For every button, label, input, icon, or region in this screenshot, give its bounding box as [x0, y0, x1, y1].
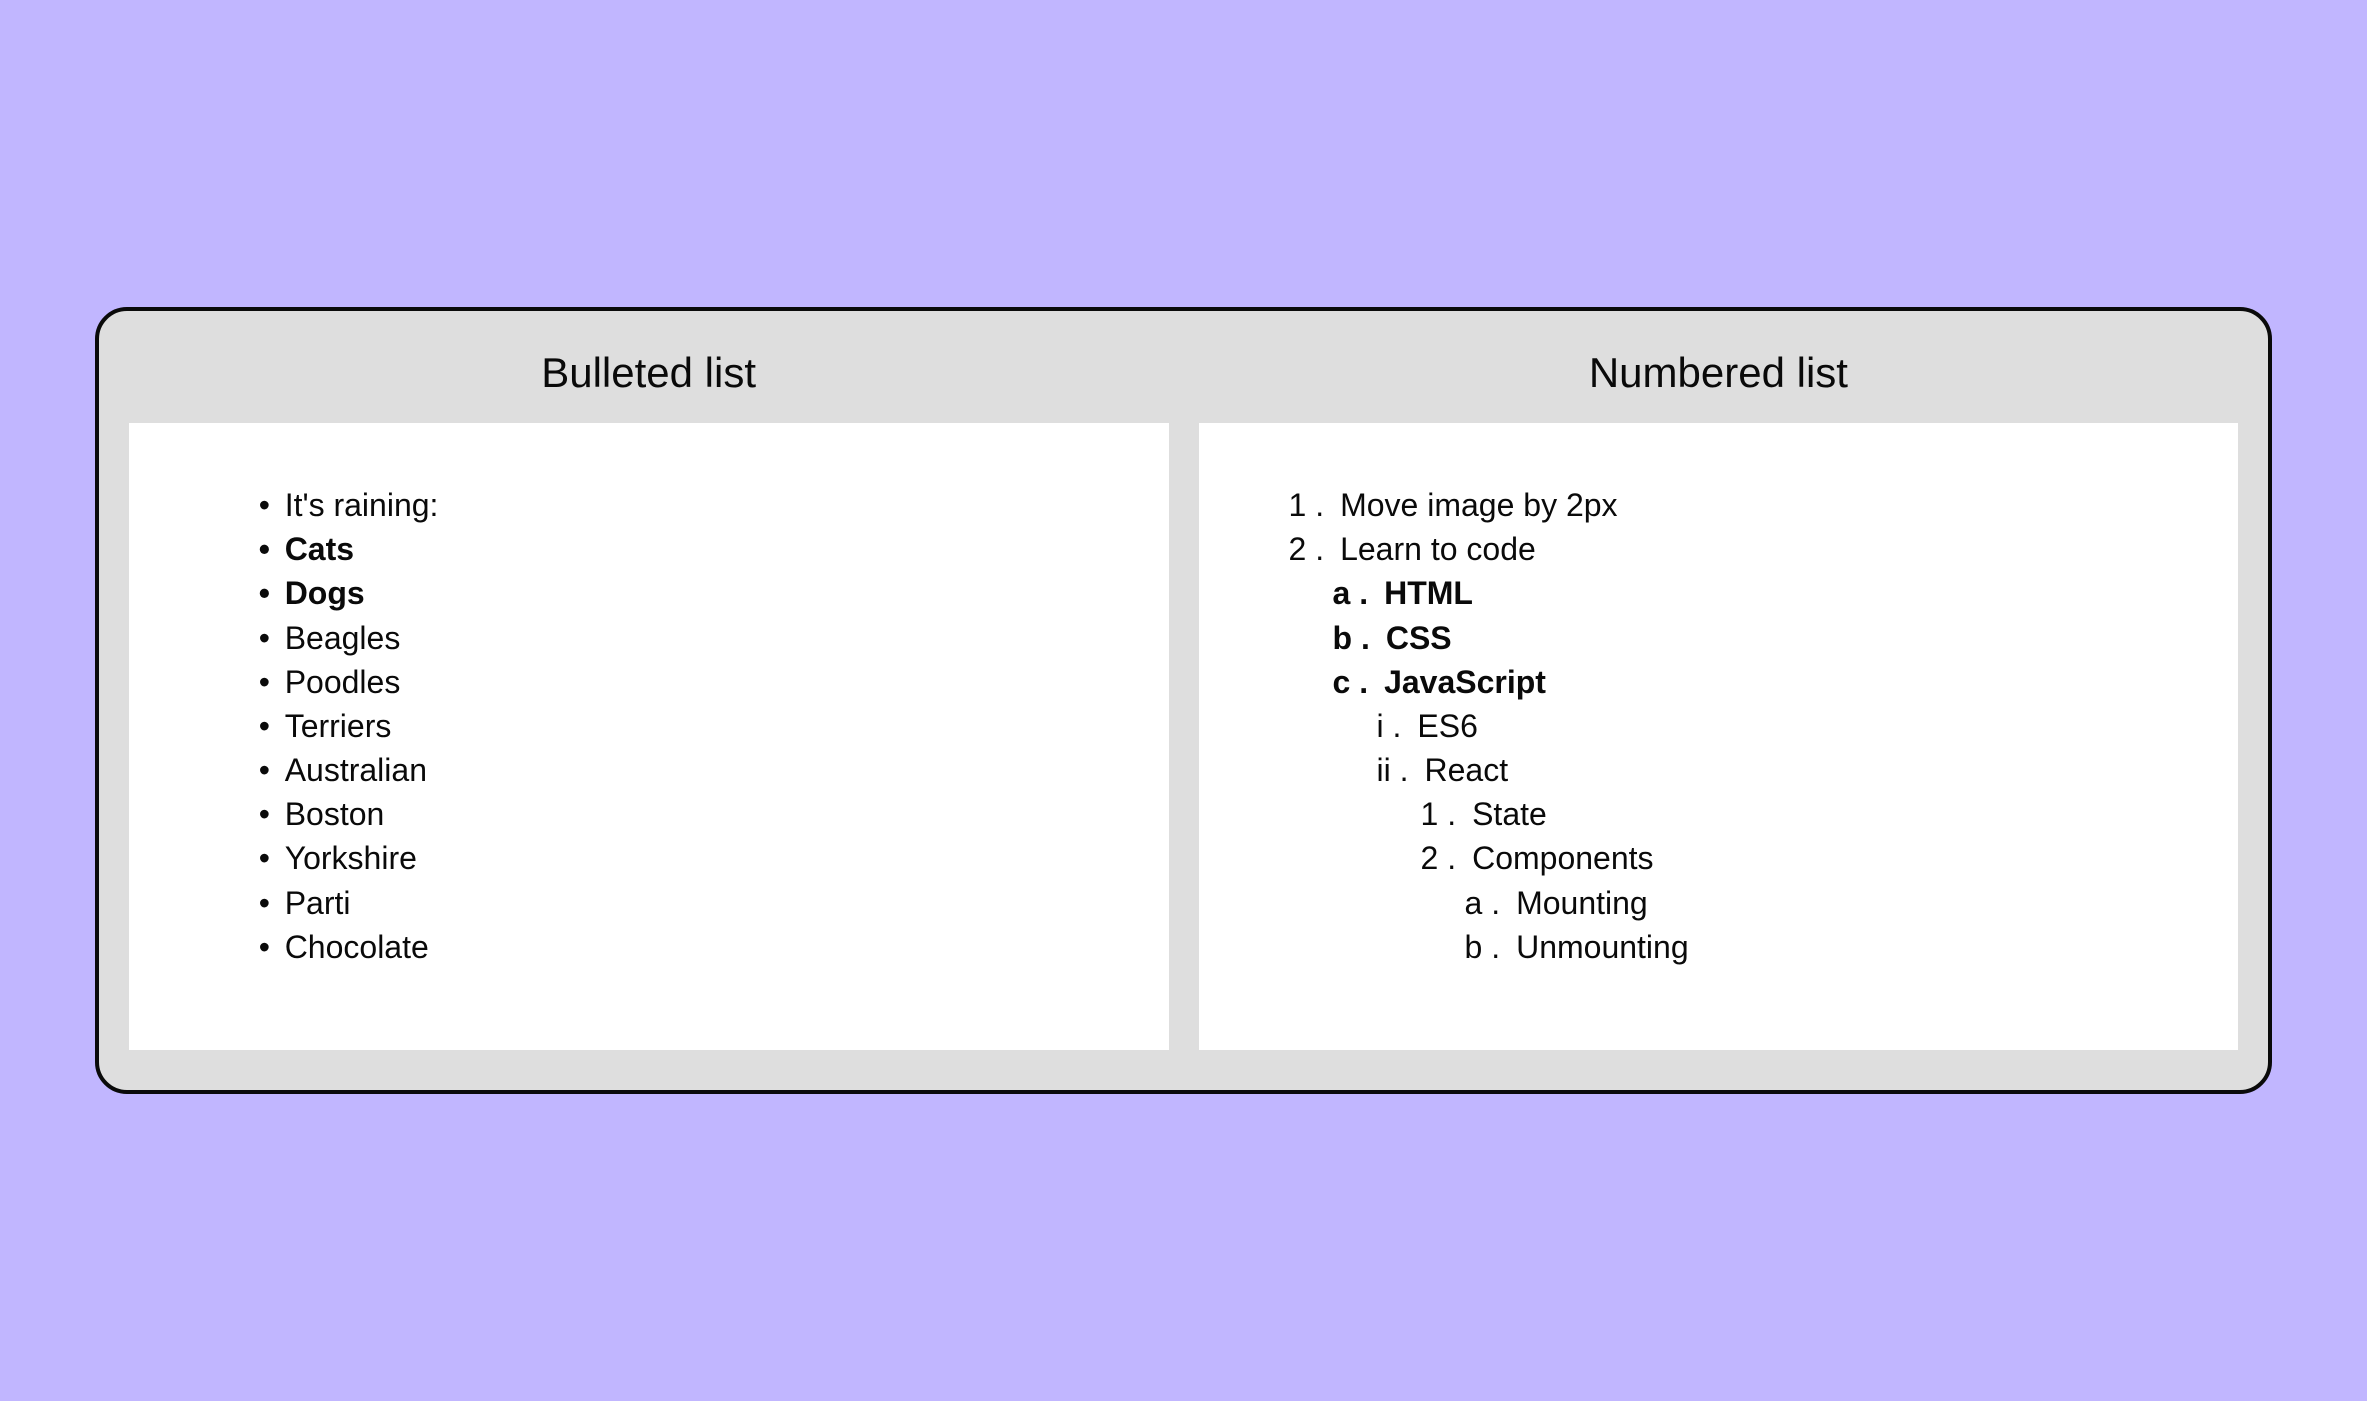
list-item-label: Poodles	[285, 664, 401, 700]
list-item-label: Mounting	[1516, 882, 2188, 925]
list-item-label: Components	[1472, 837, 2188, 880]
list-marker: 2 .	[1289, 528, 1341, 571]
list-item: Poodles	[259, 661, 1119, 704]
list-item: 2 . Components	[1289, 837, 2189, 880]
list-item: a . HTML	[1289, 572, 2189, 615]
list-item-label: Unmounting	[1516, 926, 2188, 969]
list-item-label: Beagles	[285, 620, 401, 656]
list-item: i . ES6	[1289, 705, 2189, 748]
list-item-label: Move image by 2px	[1340, 484, 2188, 527]
numbered-card: 1 . Move image by 2px 2 . Learn to code …	[1199, 423, 2239, 1050]
list-item: Parti	[259, 882, 1119, 925]
list-item: 2 . Learn to code	[1289, 528, 2189, 571]
list-item: Chocolate	[259, 926, 1119, 969]
list-marker: b .	[1465, 926, 1517, 969]
list-marker: a .	[1333, 572, 1385, 615]
list-item: ii . React	[1289, 749, 2189, 792]
list-item: 1 . State	[1289, 793, 2189, 836]
list-item-label: Terriers	[285, 708, 392, 744]
list-item-label: Boston	[285, 796, 385, 832]
list-item: Yorkshire	[259, 837, 1119, 880]
list-item: 1 . Move image by 2px	[1289, 484, 2189, 527]
list-marker: i .	[1377, 705, 1418, 748]
list-item-label: ES6	[1417, 705, 2188, 748]
list-marker: 1 .	[1421, 793, 1473, 836]
list-item-label: JavaScript	[1384, 661, 2188, 704]
list-marker: 2 .	[1421, 837, 1473, 880]
list-item: Beagles	[259, 617, 1119, 660]
list-marker: ii .	[1377, 749, 1425, 792]
list-item-label: React	[1425, 749, 2189, 792]
list-item-label: State	[1472, 793, 2188, 836]
list-item-label: Cats	[285, 531, 354, 567]
list-item: Cats	[259, 528, 1119, 571]
list-item-label: It's raining:	[285, 487, 439, 523]
list-item: c . JavaScript	[1289, 661, 2189, 704]
list-item-label: Learn to code	[1340, 528, 2188, 571]
list-marker: c .	[1333, 661, 1385, 704]
list-marker: b .	[1333, 617, 1386, 660]
bulleted-header: Bulleted list	[129, 341, 1169, 405]
list-item-label: Chocolate	[285, 929, 429, 965]
list-item: b . CSS	[1289, 617, 2189, 660]
list-item-label: Parti	[285, 885, 351, 921]
list-item: Terriers	[259, 705, 1119, 748]
list-item: It's raining:	[259, 484, 1119, 527]
list-item-label: Australian	[285, 752, 427, 788]
list-item: Dogs	[259, 572, 1119, 615]
list-item: a . Mounting	[1289, 882, 2189, 925]
numbered-header: Numbered list	[1199, 341, 2239, 405]
bulleted-card: It's raining: Cats Dogs Beagles Poodles …	[129, 423, 1169, 1050]
example-frame: Bulleted list Numbered list It's raining…	[95, 307, 2273, 1094]
list-marker: 1 .	[1289, 484, 1341, 527]
list-item: Boston	[259, 793, 1119, 836]
list-item-label: Dogs	[285, 575, 365, 611]
list-item-label: HTML	[1384, 572, 2188, 615]
list-item-label: CSS	[1386, 617, 2188, 660]
list-item: Australian	[259, 749, 1119, 792]
list-item: b . Unmounting	[1289, 926, 2189, 969]
list-marker: a .	[1465, 882, 1517, 925]
list-item-label: Yorkshire	[285, 840, 417, 876]
